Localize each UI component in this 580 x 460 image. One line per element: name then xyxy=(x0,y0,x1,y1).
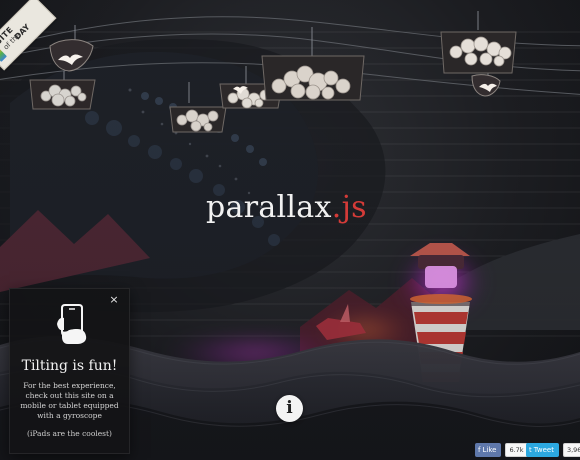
close-icon[interactable]: × xyxy=(108,294,120,306)
facebook-like-label: Like xyxy=(482,446,497,454)
tweet-count: 3,966 xyxy=(562,443,580,457)
logo-extension: js xyxy=(341,190,367,225)
facebook-like-widget: f Like 6.7k xyxy=(475,443,528,457)
panel-body: For the best experience, check out this … xyxy=(20,381,119,420)
twitter-icon: t xyxy=(529,446,532,454)
site-logo: parallax.js xyxy=(206,186,367,230)
facebook-like-button[interactable]: f Like xyxy=(475,443,502,457)
logo-name: parallax xyxy=(206,190,332,225)
tweet-button[interactable]: t Tweet xyxy=(526,443,559,457)
panel-note: (iPads are the coolest) xyxy=(27,429,112,438)
tilt-info-panel: × Tilting is fun! For the best experienc… xyxy=(9,288,130,454)
facebook-icon: f xyxy=(478,446,481,454)
logo-dot: . xyxy=(331,190,342,225)
phone-tilt-icon xyxy=(57,304,87,344)
facebook-like-count: 6.7k xyxy=(505,443,528,457)
panel-heading: Tilting is fun! xyxy=(21,358,118,374)
badge-line-3: DAY xyxy=(12,22,32,42)
info-button[interactable]: i xyxy=(276,395,303,422)
tweet-label: Tweet xyxy=(533,446,554,454)
twitter-tweet-widget: t Tweet 3,966 xyxy=(526,443,580,457)
